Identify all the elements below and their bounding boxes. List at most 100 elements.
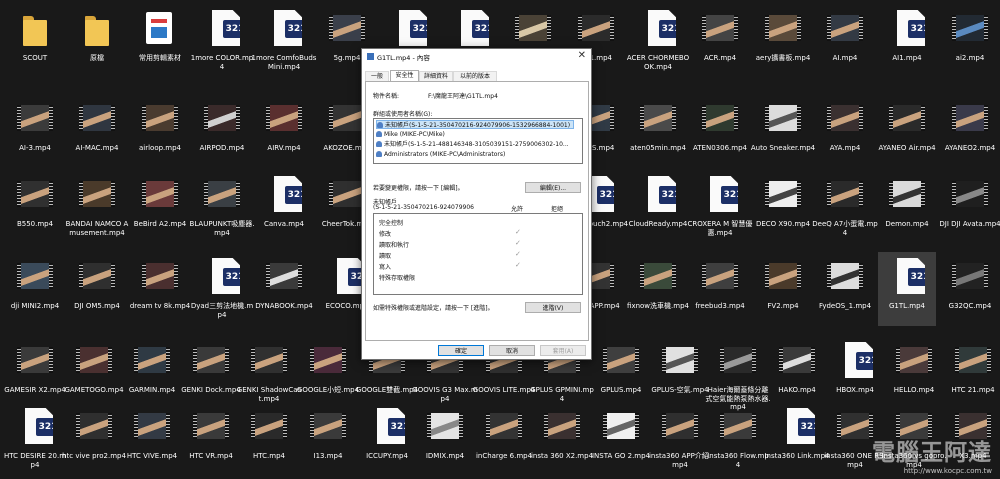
file-tile[interactable]: GPLUS-空氣.mp4 xyxy=(651,336,709,410)
file-tile[interactable]: Demon.mp4 xyxy=(878,170,936,244)
file-tile[interactable]: 321 Dyad三剪法地機.mp4 xyxy=(191,252,253,326)
file-tile[interactable]: airloop.mp4 xyxy=(131,94,189,168)
file-tile[interactable]: dji MINI2.mp4 xyxy=(6,252,64,326)
file-tile[interactable]: AYA.mp4 xyxy=(816,94,874,168)
file-tile[interactable]: AI.mp4 xyxy=(816,4,874,78)
ok-button[interactable]: 確定 xyxy=(438,345,484,356)
video-thumbnail-icon xyxy=(251,408,287,448)
file-tile[interactable]: 常用剪輯素材 xyxy=(131,4,189,78)
video-thumbnail-icon xyxy=(251,342,287,382)
file-tile[interactable]: 321 HBOX.mp4 xyxy=(826,336,884,410)
permissions-list[interactable]: 完全控制 修改 讀取和執行 讀取 寫入 特殊存取權限 ✓ ✓ ✓ ✓ xyxy=(373,213,583,295)
file-tile[interactable]: 321 ACER CHORMEBOOK.mp4 xyxy=(627,4,689,78)
apply-button[interactable]: 套用(A) xyxy=(540,345,586,356)
file-tile[interactable]: 321 Canva.mp4 xyxy=(255,170,313,244)
file-tile[interactable]: 321 ICCUPY.mp4 xyxy=(358,402,416,476)
file-tile[interactable]: HTC.mp4 xyxy=(240,402,298,476)
file-name: AI1.mp4 xyxy=(892,54,922,62)
file-tile[interactable]: 321 Insta360 Link.mp4 xyxy=(764,402,830,476)
file-tile[interactable]: IDMIX.mp4 xyxy=(416,402,474,476)
file-tile[interactable]: dream tv 8k.mp4 xyxy=(130,252,190,326)
user-item[interactable]: 未知帳戶(S-1-5-21-350470216-924079906-153296… xyxy=(376,120,574,129)
file-tile[interactable]: Insta360 Flow.mp4 xyxy=(707,402,769,476)
file-tile[interactable]: AIRPOD.mp4 xyxy=(193,94,251,168)
file-tile[interactable]: GPLUS.mp4 xyxy=(592,336,650,410)
file-tile[interactable]: GARMIN.mp4 xyxy=(123,336,181,410)
file-tile[interactable]: 原檔 xyxy=(68,4,126,78)
file-tile[interactable]: aten05min.mp4 xyxy=(629,94,687,168)
file-name: CROXERA M 智慧優惠.mp4 xyxy=(687,220,753,237)
file-tile[interactable]: GAMETOGO.mp4 xyxy=(64,336,124,410)
file-tile[interactable]: HTC VIVE.mp4 xyxy=(123,402,181,476)
file-tile[interactable]: GOOGLE小短.mp4 xyxy=(297,336,359,410)
file-tile[interactable]: 321 HTC DESIRE 20.mp4 xyxy=(4,402,66,476)
file-tile[interactable]: insta360 APP介紹.mp4 xyxy=(649,402,711,476)
file-tile[interactable]: INSTA GO 2.mp4 xyxy=(592,402,650,476)
user-item[interactable]: Administrators (MIKE-PC\Administrators) xyxy=(376,150,505,159)
file-tile[interactable]: BLAUPUNKT吸塵器.mp4 xyxy=(190,170,254,244)
file-tile[interactable]: HAKO.mp4 xyxy=(768,336,826,410)
file-name: AI.mp4 xyxy=(832,54,858,62)
file-tile[interactable]: inCharge 6.mp4 xyxy=(475,402,533,476)
file-tile[interactable]: HTC 21.mp4 xyxy=(944,336,1000,410)
file-tile[interactable]: aery擴書板.mp4 xyxy=(754,4,812,78)
file-name: ATEN0306.mp4 xyxy=(693,144,747,152)
video-thumbnail-icon xyxy=(702,258,738,298)
user-item[interactable]: 未知帳戶(S-1-5-21-488146348-3105039151-27590… xyxy=(376,140,569,149)
file-tile[interactable]: DeeQ A7小蛋電.mp4 xyxy=(812,170,878,244)
file-tile[interactable]: HELLO.mp4 xyxy=(885,336,943,410)
file-name: B550.mp4 xyxy=(16,220,54,228)
video-thumbnail-icon xyxy=(329,10,365,50)
file-tile[interactable]: B550.mp4 xyxy=(6,170,64,244)
file-tile[interactable]: htc vive pro2.mp4 xyxy=(62,402,126,476)
user-item[interactable]: Mike (MIKE-PC\Mike) xyxy=(376,130,445,139)
video-thumbnail-icon xyxy=(515,10,551,50)
file-tile[interactable]: DECO X90.mp4 xyxy=(754,170,812,244)
dialog-titlebar[interactable]: G1TL.mp4 - 內容 ✕ xyxy=(362,49,591,64)
file-tile[interactable]: G32QC.mp4 xyxy=(941,252,999,326)
cancel-button[interactable]: 取消 xyxy=(489,345,535,356)
file-tile[interactable]: Auto Sneaker.mp4 xyxy=(751,94,815,168)
users-listbox[interactable]: 未知帳戶(S-1-5-21-350470216-924079906-153296… xyxy=(373,118,583,164)
file-tile[interactable]: AYANEO Air.mp4 xyxy=(878,94,936,168)
file-tile[interactable]: 321 G1TL.mp4 xyxy=(878,252,936,326)
file-name: 常用剪輯素材 xyxy=(139,54,181,62)
file-tile[interactable]: AI-3.mp4 xyxy=(6,94,64,168)
file-tile[interactable]: freebud3.mp4 xyxy=(691,252,749,326)
file-tile[interactable]: ai2.mp4 xyxy=(941,4,999,78)
file-tile[interactable]: GENKI Dock.mp4 xyxy=(181,336,241,410)
file-tile[interactable]: I13.mp4 xyxy=(299,402,357,476)
file-tile[interactable]: GAMESIR X2.mp4 xyxy=(4,336,66,410)
close-icon[interactable]: ✕ xyxy=(578,50,586,62)
file-tile[interactable]: ACR.mp4 xyxy=(691,4,749,78)
advanced-button[interactable]: 進階(V) xyxy=(525,302,581,313)
file-tile[interactable]: DJI DJI Avata.mp4 xyxy=(939,170,1000,244)
edit-button[interactable]: 編輯(E)... xyxy=(525,182,581,193)
file-tile[interactable]: HTC VR.mp4 xyxy=(182,402,240,476)
file-tile[interactable]: BeBird A2.mp4 xyxy=(131,170,189,244)
file-tile[interactable]: ATEN0306.mp4 xyxy=(691,94,749,168)
file-tile[interactable]: 321 AI1.mp4 xyxy=(878,4,936,78)
file-tile[interactable]: fixnow洗車機.mp4 xyxy=(627,252,689,326)
file-tile[interactable]: GENKI ShadowCast.mp4 xyxy=(237,336,301,410)
video-thumbnail-icon xyxy=(76,408,112,448)
video-thumbnail-icon xyxy=(578,10,614,50)
video-thumbnail-icon xyxy=(720,342,756,382)
file-name: GPLUS GPMINI.mp4 xyxy=(530,386,594,403)
file-tile[interactable]: DJI OM5.mp4 xyxy=(68,252,126,326)
advanced-hint: 如需特殊權限或進階設定，請按一下 [進階]。 xyxy=(373,305,494,312)
file-tile[interactable]: DYNABOOK.mp4 xyxy=(255,252,313,326)
file-tile[interactable]: FydeOS_1.mp4 xyxy=(816,252,874,326)
file-tile[interactable]: BANDAI NAMCO Amusement.mp4 xyxy=(66,170,128,244)
file-tile[interactable]: 321 1more COLOR.mp4 xyxy=(191,4,253,78)
file-tile[interactable]: insta 360 X2.mp4 xyxy=(531,402,593,476)
file-tile[interactable]: AYANEO2.mp4 xyxy=(941,94,999,168)
file-tile[interactable]: SCOUT xyxy=(6,4,64,78)
file-tile[interactable]: 321 CROXERA M 智慧優惠.mp4 xyxy=(688,170,752,244)
file-tile[interactable]: 321 1more ComfoBuds Mini.mp4 xyxy=(252,4,316,78)
file-tile[interactable]: FV2.mp4 xyxy=(754,252,812,326)
file-tile[interactable]: AI-MAC.mp4 xyxy=(68,94,126,168)
file-tile[interactable]: 321 CloudReady.mp4 xyxy=(629,170,687,244)
file-tile[interactable]: AIRV.mp4 xyxy=(255,94,313,168)
file-tile[interactable]: Haier海爾蓋條分離式空氣能熱泵熱水器.mp4 xyxy=(705,336,771,411)
